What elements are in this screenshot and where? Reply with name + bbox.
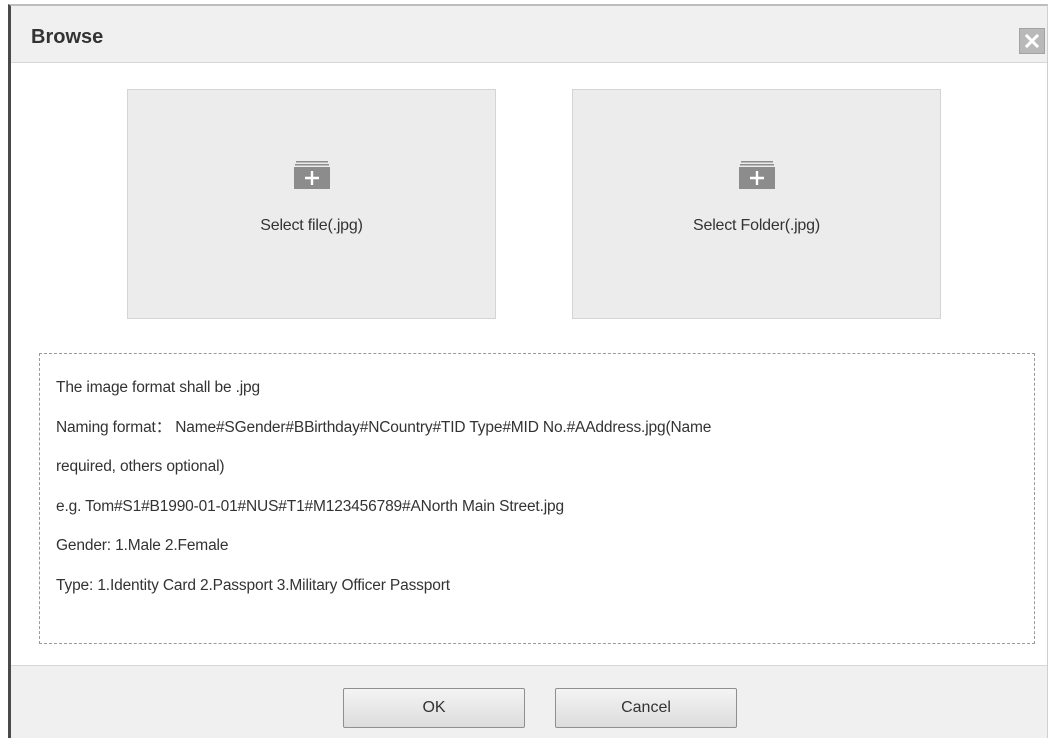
select-folder-button[interactable]: Select Folder(.jpg) (572, 89, 941, 319)
info-line-gender: Gender: 1.Male 2.Female (56, 537, 229, 555)
info-line-example: e.g. Tom#S1#B1990-01-01#NUS#T1#M12345678… (56, 497, 564, 515)
dialog-footer: OK Cancel (11, 665, 1047, 738)
select-file-label: Select file(.jpg) (260, 217, 363, 234)
ok-button[interactable]: OK (343, 688, 525, 728)
select-folder-label: Select Folder(.jpg) (693, 217, 820, 234)
info-line-type: Type: 1.Identity Card 2.Passport 3.Milit… (56, 576, 450, 594)
browse-dialog: Browse Select file(.jpg) Select Folder(.… (8, 4, 1048, 738)
add-folder-icon (293, 161, 330, 189)
select-file-button[interactable]: Select file(.jpg) (127, 89, 496, 319)
cancel-button[interactable]: Cancel (555, 688, 737, 728)
dialog-title: Browse (31, 26, 104, 48)
info-line-naming: Naming format： Name#SGender#BBirthday#NC… (56, 418, 712, 436)
add-folder-icon (738, 161, 775, 189)
close-icon (1025, 34, 1039, 48)
dialog-titlebar: Browse (11, 6, 1047, 63)
info-line-format: The image format shall be .jpg (56, 379, 260, 396)
info-line-naming-cont: required, others optional) (56, 458, 225, 476)
close-button[interactable] (1019, 28, 1045, 54)
dialog-content: Select file(.jpg) Select Folder(.jpg) Th… (11, 63, 1047, 665)
format-info-panel: The image format shall be .jpg Naming fo… (39, 353, 1035, 644)
